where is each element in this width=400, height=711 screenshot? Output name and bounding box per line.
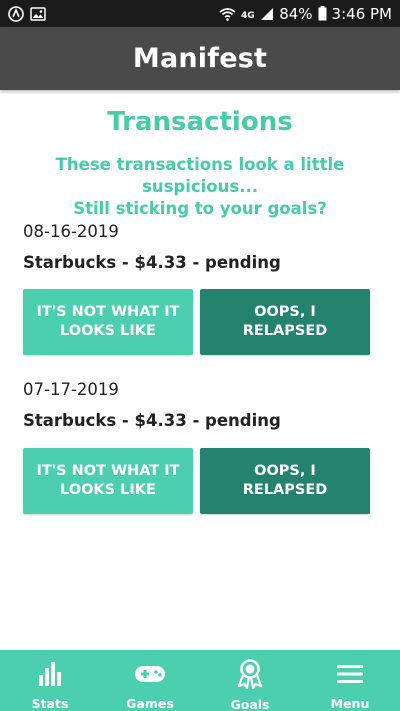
status-left [8,5,46,22]
nav-item-stats[interactable]: Stats [0,650,100,711]
transaction-actions: IT'S NOT WHAT IT LOOKS LIKE OOPS, I RELA… [23,289,377,355]
nav-item-menu[interactable]: Menu [300,650,400,711]
status-bar: 4G 84% 3:46 PM [0,0,400,27]
hamburger-menu-icon [336,659,364,688]
transaction-item: 07-17-2019 Starbucks - $4.33 - pending [23,379,377,432]
main-content: Transactions These transactions look a l… [0,90,400,650]
signal-icon [260,7,274,21]
app-notification-icon [8,5,24,22]
clock: 3:46 PM [331,4,392,23]
subtitle-line-1: These transactions look a little suspici… [55,155,345,196]
network-type-icon: 4G [241,7,255,21]
app-title: Manifest [132,43,268,74]
transaction-date: 08-16-2019 [23,222,119,241]
award-ribbon-icon [236,659,264,689]
transaction-description: Starbucks - $4.33 - pending [23,411,281,430]
transaction-actions: IT'S NOT WHAT IT LOOKS LIKE OOPS, I RELA… [23,448,377,514]
status-right: 4G 84% 3:46 PM [219,5,392,23]
not-what-it-looks-like-button[interactable]: IT'S NOT WHAT IT LOOKS LIKE [23,289,193,355]
bar-chart-icon [36,659,64,688]
battery-icon [318,6,327,21]
transaction-date: 07-17-2019 [23,380,119,399]
subtitle-line-2: Still sticking to your goals? [73,199,327,218]
nav-label-games: Games [126,696,174,711]
subtitle: These transactions look a little suspici… [10,154,390,220]
nav-item-games[interactable]: Games [100,650,200,711]
oops-i-relapsed-button[interactable]: OOPS, I RELAPSED [200,289,370,355]
nav-item-goals[interactable]: Goals [200,650,300,711]
nav-label-menu: Menu [330,696,370,711]
nav-label-goals: Goals [230,697,270,711]
oops-i-relapsed-button[interactable]: OOPS, I RELAPSED [200,448,370,514]
wifi-icon [219,7,236,21]
battery-percent: 84% [279,4,313,23]
page-title: Transactions [107,107,293,137]
bottom-nav: Stats Games Goals Menu [0,650,400,711]
image-notification-icon [30,6,46,21]
transaction-item: 08-16-2019 Starbucks - $4.33 - pending [23,221,377,274]
gamepad-icon [134,659,166,688]
transaction-description: Starbucks - $4.33 - pending [23,253,281,272]
app-bar: Manifest [0,27,400,90]
not-what-it-looks-like-button[interactable]: IT'S NOT WHAT IT LOOKS LIKE [23,448,193,514]
svg-text:4G: 4G [241,11,255,21]
nav-label-stats: Stats [31,696,69,711]
